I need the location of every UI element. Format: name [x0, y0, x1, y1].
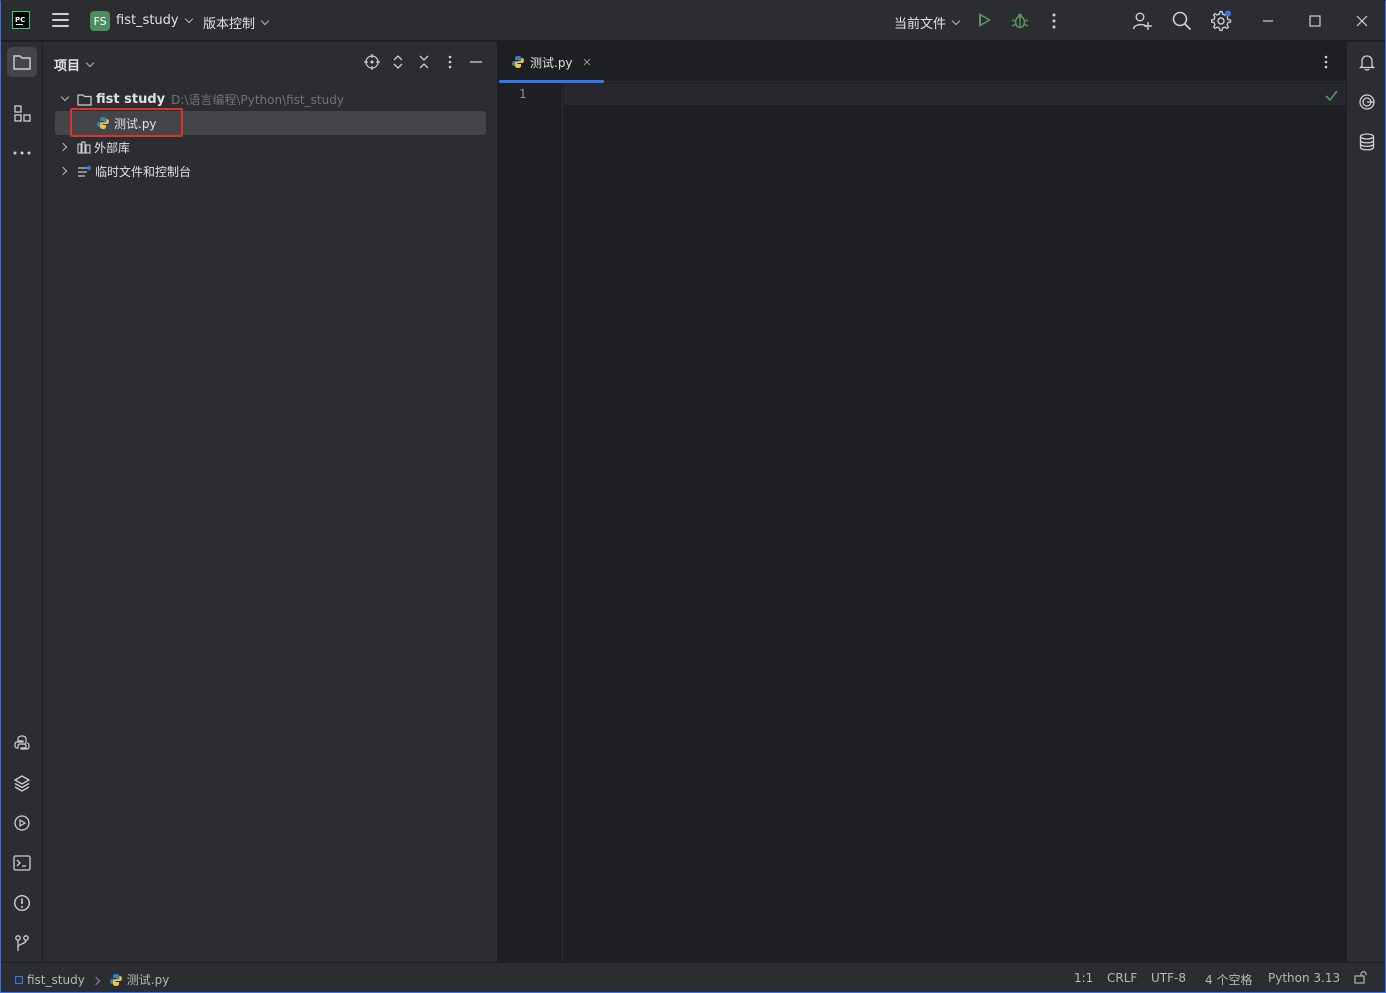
editor-gutter: 1: [499, 83, 563, 962]
left-tool-stripe: [1, 42, 43, 962]
editor-tab-label: 测试.py: [530, 55, 573, 70]
chevron-down-icon: [184, 14, 193, 23]
ide-window: PC FS fist_study 版本控制 当前文件 项目 fist study…: [0, 0, 1386, 993]
scratches-icon: [77, 165, 92, 178]
pycharm-logo-icon[interactable]: PC: [12, 11, 30, 29]
project-root-label: fist study: [96, 91, 166, 107]
search-icon[interactable]: [1172, 11, 1192, 31]
vcs-label: 版本控制: [203, 17, 256, 32]
chevron-right-icon[interactable]: [58, 166, 68, 176]
tree-node-external-libraries[interactable]: 外部库: [55, 135, 486, 159]
project-panel-title: 项目: [54, 59, 81, 74]
locate-file-icon[interactable]: [363, 53, 381, 71]
project-view-selector[interactable]: 项目: [54, 55, 95, 74]
project-root-path: D:\语言编程\Python\fist_study: [171, 92, 344, 107]
close-window-icon[interactable]: [1352, 11, 1372, 31]
logo-text: PC: [15, 16, 26, 24]
expand-all-icon[interactable]: [389, 53, 407, 71]
more-tools-icon[interactable]: [7, 138, 37, 168]
run-config-label: 当前文件: [894, 17, 947, 32]
structure-icon[interactable]: [7, 98, 37, 128]
chevron-right-icon[interactable]: [58, 142, 68, 152]
maximize-icon[interactable]: [1305, 11, 1325, 31]
services-icon[interactable]: [7, 808, 37, 838]
project-tool-folder-icon[interactable]: [7, 47, 37, 77]
library-icon: [77, 140, 91, 154]
scratches-label: 临时文件和控制台: [95, 164, 192, 179]
current-line-highlight: [564, 83, 1346, 105]
read-only-lock-icon[interactable]: [1354, 970, 1368, 984]
code-editor[interactable]: 1: [499, 83, 1346, 962]
chevron-down-icon: [260, 16, 270, 25]
tab-options-icon[interactable]: [1324, 55, 1328, 69]
inspection-ok-check-icon[interactable]: [1325, 90, 1338, 101]
tree-node-scratches-consoles[interactable]: 临时文件和控制台: [55, 159, 486, 183]
settings-gear-icon[interactable]: [1211, 10, 1233, 32]
vcs-menu[interactable]: 版本控制: [203, 13, 270, 32]
collapse-all-icon[interactable]: [415, 53, 433, 71]
indent-setting[interactable]: 4 个空格: [1205, 971, 1252, 988]
notifications-bell-icon[interactable]: [1352, 47, 1382, 77]
project-name: fist_study: [116, 13, 179, 28]
terminal-icon[interactable]: [7, 848, 37, 878]
python-console-icon[interactable]: [7, 728, 37, 758]
database-icon[interactable]: [1352, 127, 1382, 157]
caret-position[interactable]: 1:1: [1074, 971, 1093, 985]
breadcrumb-project[interactable]: fist_study: [27, 973, 85, 987]
code-with-me-icon[interactable]: [1132, 11, 1152, 31]
project-badge[interactable]: FS: [90, 11, 110, 31]
chevron-down-icon[interactable]: [60, 92, 70, 102]
options-icon[interactable]: [441, 53, 459, 71]
module-icon: [15, 975, 23, 984]
breadcrumb-file[interactable]: 测试.py: [127, 971, 170, 988]
problems-icon[interactable]: [7, 888, 37, 918]
external-libraries-label: 外部库: [94, 140, 131, 155]
main-menu-icon[interactable]: [52, 13, 69, 27]
python-file-icon: [109, 973, 123, 987]
project-selector[interactable]: fist_study: [116, 13, 193, 28]
python-file-icon: [511, 55, 525, 69]
python-interpreter[interactable]: Python 3.13: [1268, 971, 1340, 985]
chevron-down-icon: [951, 16, 961, 25]
more-actions-icon[interactable]: [1052, 13, 1056, 29]
project-tool-window: 项目 fist study D:\语言编程\Python\fist_study: [43, 42, 498, 962]
debug-icon[interactable]: [1011, 11, 1029, 31]
status-bar: fist_study 测试.py 1:1 CRLF UTF-8 4 个空格 Py…: [1, 962, 1385, 992]
python-packages-layers-icon[interactable]: [7, 768, 37, 798]
line-separator[interactable]: CRLF: [1107, 971, 1137, 985]
highlight-annotation-box: [70, 108, 183, 137]
close-tab-icon[interactable]: [583, 58, 591, 66]
run-icon[interactable]: [979, 13, 991, 27]
hide-panel-icon[interactable]: [467, 53, 485, 71]
chevron-down-icon: [85, 58, 95, 67]
editor-tab[interactable]: 测试.py: [499, 42, 604, 83]
ai-assistant-icon[interactable]: [1352, 87, 1382, 117]
minimize-icon[interactable]: [1258, 11, 1278, 31]
breadcrumb: fist_study 测试.py: [15, 971, 169, 988]
editor-tabs-bar: 测试.py: [499, 42, 1346, 83]
run-configuration-selector[interactable]: 当前文件: [894, 13, 961, 32]
git-branch-icon[interactable]: [7, 928, 37, 958]
right-tool-stripe: [1346, 42, 1385, 962]
line-number: 1: [519, 87, 527, 101]
folder-icon: [77, 93, 92, 106]
file-encoding[interactable]: UTF-8: [1151, 971, 1186, 985]
chevron-right-icon: [91, 973, 101, 987]
title-bar: PC FS fist_study 版本控制 当前文件: [1, 1, 1385, 41]
